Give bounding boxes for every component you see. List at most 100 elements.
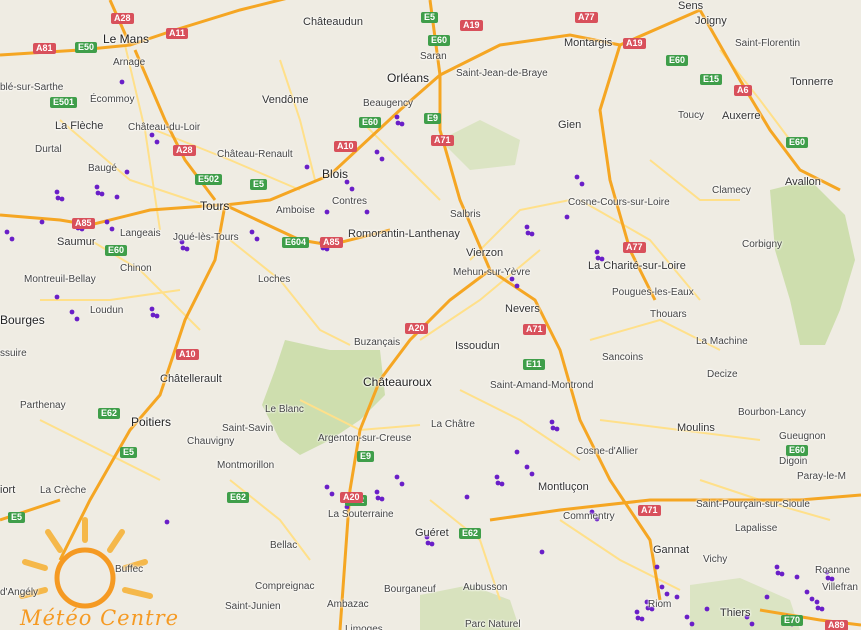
city-label-saint-jean-de-braye: Saint-Jean-de-Braye: [456, 68, 548, 79]
city-label-loudun: Loudun: [90, 305, 124, 316]
city-label-vichy: Vichy: [703, 554, 728, 565]
logo-sun: [19, 517, 153, 609]
city-label-gannat: Gannat: [653, 544, 690, 556]
city-label-compreignac: Compreignac: [255, 581, 315, 592]
city-label-nevers: Nevers: [505, 303, 540, 315]
city-label-langeais: Langeais: [120, 228, 161, 239]
lightning-dot: [55, 195, 61, 201]
city-label-chauvigny: Chauvigny: [187, 436, 235, 447]
road-shield-e70: E70: [781, 615, 804, 626]
lightning-dot: [564, 214, 570, 220]
city-label-saumur: Saumur: [57, 236, 96, 248]
city-label-buffec: Buffec: [115, 564, 144, 575]
lightning-dot: [374, 149, 380, 155]
city-label-montlu-on: Montluçon: [538, 481, 589, 493]
city-label-ch-teaudun: Châteaudun: [303, 16, 363, 28]
city-label-villefran: Villefran: [822, 582, 858, 593]
lightning-dot: [794, 574, 800, 580]
lightning-dot: [154, 313, 160, 319]
lightning-dot: [815, 605, 821, 611]
meteo-centre-logo: Météo Centre: [20, 606, 180, 630]
city-label-decize: Decize: [707, 369, 738, 380]
city-label-clamecy: Clamecy: [712, 185, 751, 196]
lightning-dot: [639, 616, 645, 622]
lightning-dot: [149, 132, 155, 138]
lightning-dot: [394, 474, 400, 480]
road-shield-e60: E60: [786, 445, 809, 456]
city-label-la-charit-sur-loire: La Charité-sur-Loire: [588, 260, 686, 272]
lightning-dot: [109, 226, 115, 232]
map-view[interactable]: Le Mans Châteaudun Saran Sens Montargis Joign…: [0, 0, 861, 630]
lightning-dot: [425, 540, 431, 546]
lightning-dot: [529, 471, 535, 477]
city-label-ambazac: Ambazac: [327, 599, 369, 610]
motorway-a10: [58, 73, 441, 561]
lightning-dot: [464, 494, 470, 500]
road-shield-a85: A85: [320, 237, 343, 248]
city-label-romorantin-lanthenay: Romorantin-Lanthenay: [348, 228, 460, 240]
road-shield-e60: E60: [666, 55, 689, 66]
lightning-strikes: [4, 79, 835, 627]
lightning-dot: [764, 594, 770, 600]
city-label-gu-ret: Guéret: [415, 527, 449, 539]
city-label-gien: Gien: [558, 119, 582, 131]
road-shield-a77: A77: [575, 12, 598, 23]
road-shield-a19: A19: [460, 20, 483, 31]
city-label-la-ch-tre: La Châtre: [431, 419, 475, 430]
city-label-orl-ans: Orléans: [387, 71, 430, 85]
road-shield-a71: A71: [638, 505, 661, 516]
road-shield-e502: E502: [195, 174, 223, 185]
city-label-cosne-cours-sur-loire: Cosne-Cours-sur-Loire: [568, 197, 670, 208]
city-label-montmorillon: Montmorillon: [217, 460, 275, 471]
city-label-contres: Contres: [332, 196, 368, 207]
road-shield-e9: E9: [424, 113, 442, 124]
city-label-sens: Sens: [678, 0, 704, 12]
lightning-dot: [775, 570, 781, 576]
lightning-dot: [689, 621, 695, 627]
road-shield-a85: A85: [72, 218, 95, 229]
city-label-bourges: Bourges: [0, 313, 45, 327]
city-label-thiers: Thiers: [720, 607, 751, 619]
city-label-bourganeuf: Bourganeuf: [384, 584, 436, 595]
lightning-dot: [399, 121, 405, 127]
road-shield-e5: E5: [120, 447, 138, 458]
lightning-dot: [154, 139, 160, 145]
road-shield-a77: A77: [623, 242, 646, 253]
city-label-ch-teau-du-loir: Château-du-Loir: [128, 122, 201, 133]
lightning-dot: [549, 419, 555, 425]
city-label-d-ang-ly: d'Angély: [0, 587, 39, 598]
road-shield-e604: E604: [282, 237, 310, 248]
lightning-dot: [249, 229, 255, 235]
city-label-amboise: Amboise: [276, 205, 315, 216]
city-label-tonnerre: Tonnerre: [790, 76, 834, 88]
city-label-saint-florentin: Saint-Florentin: [735, 38, 801, 49]
lightning-dot: [94, 184, 100, 190]
lightning-dot: [539, 549, 545, 555]
lightning-dot: [809, 596, 815, 602]
road-shield-e62: E62: [227, 492, 250, 503]
city-label-montargis: Montargis: [564, 37, 613, 49]
road-shield-a10: A10: [176, 349, 199, 360]
lightning-dot: [704, 606, 710, 612]
city-label-ch-teauroux: Châteauroux: [363, 375, 432, 389]
city-label-la-souterraine: La Souterraine: [328, 509, 394, 520]
motorway-a85-west: [0, 203, 221, 227]
city-label-mehun-sur-y-vre: Mehun-sur-Yèvre: [453, 267, 531, 278]
lightning-dot: [329, 491, 335, 497]
city-label-vend-me: Vendôme: [262, 94, 309, 106]
city-label-saint-amand-montrond: Saint-Amand-Montrond: [490, 380, 594, 391]
lightning-dot: [39, 219, 45, 225]
road-shield-e15: E15: [700, 74, 723, 85]
city-label-roanne: Roanne: [815, 565, 851, 576]
road-shield-a89: A89: [825, 620, 848, 630]
city-label-joigny: Joigny: [695, 15, 727, 27]
city-label-auxerre: Auxerre: [722, 110, 761, 122]
lightning-dot: [349, 186, 355, 192]
city-label-bourbon-lancy: Bourbon-Lancy: [738, 407, 806, 418]
lightning-dot: [819, 606, 825, 612]
city-label-le-blanc: Le Blanc: [265, 404, 304, 415]
lightning-dot: [394, 114, 400, 120]
lightning-dot: [579, 181, 585, 187]
lightning-dot: [635, 615, 641, 621]
city-label-tours: Tours: [200, 199, 230, 213]
